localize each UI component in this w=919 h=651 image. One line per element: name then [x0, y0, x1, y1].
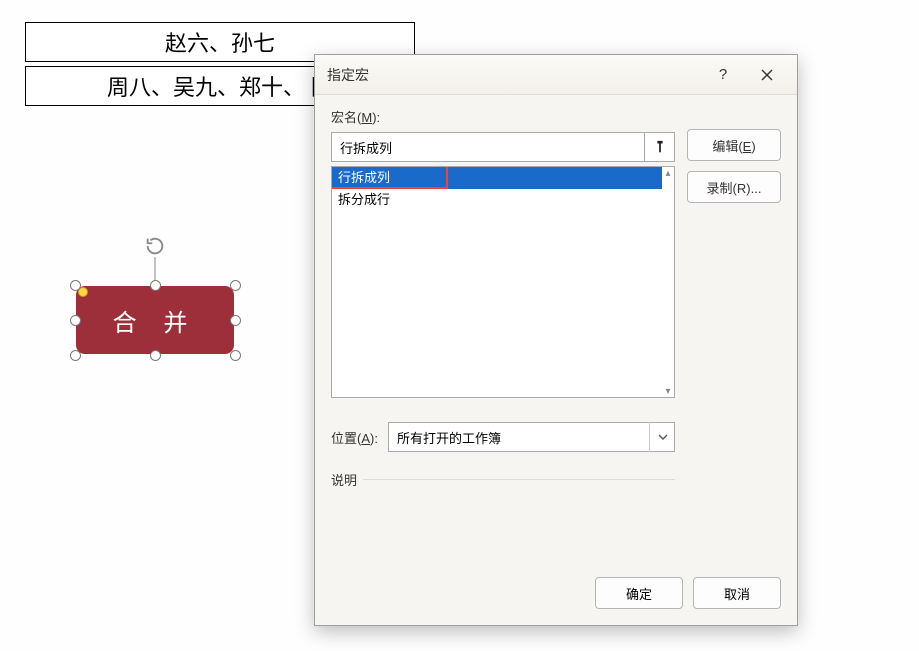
scroll-up-icon[interactable]: ▴ — [662, 167, 674, 179]
resize-handle-se[interactable] — [230, 350, 241, 361]
ok-label: 确定 — [626, 587, 652, 602]
resize-handle-e[interactable] — [230, 315, 241, 326]
dialog-titlebar[interactable]: 指定宏 ? — [315, 55, 797, 95]
help-icon: ? — [719, 66, 727, 83]
scroll-down-icon[interactable]: ▾ — [662, 385, 674, 397]
shape-label: 合 并 — [113, 303, 198, 338]
resize-handle-sw[interactable] — [70, 350, 81, 361]
assign-macro-dialog: 指定宏 ? 宏名(M): — [314, 54, 798, 626]
reference-collapse-button[interactable] — [645, 132, 675, 162]
cell-text: 赵六、孙七 — [165, 26, 275, 58]
list-item-label: 行拆成列 — [338, 170, 390, 185]
edit-button[interactable]: 编辑(E) — [687, 129, 781, 161]
dialog-title: 指定宏 — [327, 65, 701, 85]
resize-handle-w[interactable] — [70, 315, 81, 326]
resize-handle-s[interactable] — [150, 350, 161, 361]
macro-name-label: 宏名(M): — [331, 107, 675, 126]
close-button[interactable] — [745, 60, 789, 90]
location-select[interactable] — [388, 422, 675, 452]
rotate-handle-icon[interactable] — [144, 235, 166, 257]
list-item[interactable]: 行拆成列 — [332, 167, 662, 189]
merge-shape-button[interactable]: 合 并 — [75, 285, 235, 355]
resize-handle-n[interactable] — [150, 280, 161, 291]
cancel-button[interactable]: 取消 — [693, 577, 781, 609]
record-label: 录制(R)... — [707, 181, 762, 196]
up-arrow-icon — [653, 140, 667, 154]
ok-button[interactable]: 确定 — [595, 577, 683, 609]
cell-text: 周八、吴九、郑十、 陈 — [107, 70, 333, 102]
resize-handle-ne[interactable] — [230, 280, 241, 291]
list-item-label: 拆分成行 — [338, 192, 390, 207]
macro-name-input[interactable] — [331, 132, 645, 162]
cancel-label: 取消 — [724, 587, 750, 602]
description-label: 说明 — [331, 470, 357, 489]
close-icon — [761, 69, 773, 81]
help-button[interactable]: ? — [701, 60, 745, 90]
list-item[interactable]: 拆分成行 — [332, 189, 662, 211]
macro-listbox[interactable]: 行拆成列 拆分成行 ▴ ▾ — [331, 166, 675, 398]
location-label: 位置(A): — [331, 428, 378, 447]
dialog-body: 宏名(M): 行拆成列 — [315, 95, 797, 625]
resize-handle-nw[interactable] — [70, 280, 81, 291]
record-button[interactable]: 录制(R)... — [687, 171, 781, 203]
shape-selection-group[interactable]: 合 并 — [70, 235, 240, 365]
divider — [363, 479, 675, 480]
